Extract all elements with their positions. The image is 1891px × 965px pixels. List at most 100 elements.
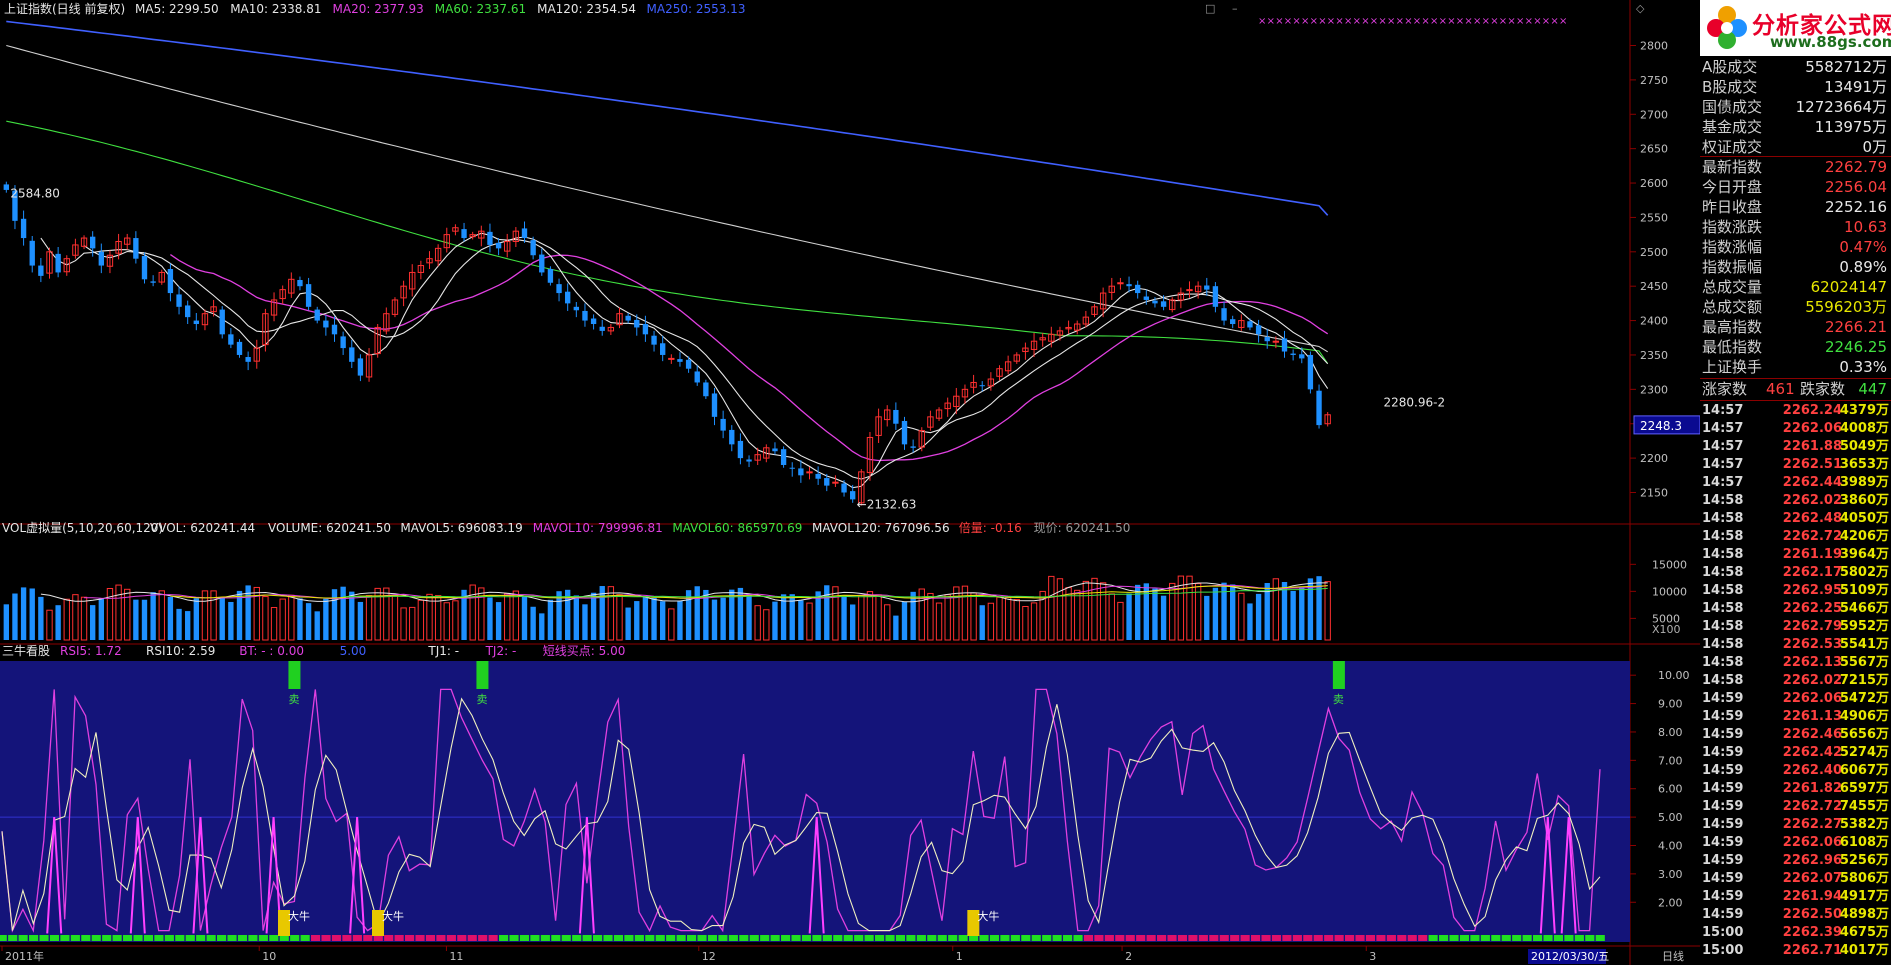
status-strip-segment [133,935,143,941]
tick-row[interactable]: 14:58 2262.72 4206万 [1702,528,1891,546]
sell-marker-label: 卖 [1333,693,1344,706]
status-strip-segment [394,935,404,941]
signal-marker: × [1361,16,1369,27]
tick-row[interactable]: 14:59 2262.06 6108万 [1702,834,1891,852]
tick-row[interactable]: 14:58 2262.02 3860万 [1702,492,1891,510]
tick-price: 2262.17 [1782,565,1842,580]
candle-body-down [573,306,579,311]
volume-bar-down [556,591,562,640]
tick-row[interactable]: 14:59 2262.72 7455万 [1702,798,1891,816]
price-tick-label: 2550 [1640,211,1668,224]
tick-row[interactable]: 14:57 2262.44 3989万 [1702,474,1891,492]
tick-volume: 5802万 [1839,565,1889,580]
tick-volume: 4017万 [1839,943,1889,958]
market-info-label: 今日开盘 [1702,178,1763,196]
tick-row[interactable]: 14:57 2262.06 4008万 [1702,420,1891,438]
tick-row[interactable]: 14:57 2261.88 5049万 [1702,438,1891,456]
status-strip-segment [237,935,248,941]
stock-chart[interactable]: 上证指数(日线 前复权) MA5: 2299.50 MA10: 2338.81 MA… [0,0,1700,965]
tick-row[interactable]: 14:58 2262.95 5109万 [1702,582,1891,600]
tick-row[interactable]: 14:58 2261.19 3964万 [1702,546,1891,564]
tick-row[interactable]: 14:58 2262.53 5541万 [1702,636,1891,654]
restore-button[interactable]: □ [1205,2,1215,15]
tick-row[interactable]: 14:58 2262.48 4050万 [1702,510,1891,528]
market-info-label: 昨日收盘 [1702,198,1763,216]
market-info-row: 最新指数 2262.79 [1702,157,1889,177]
tick-row[interactable]: 14:59 2262.40 6067万 [1702,762,1891,780]
tick-row[interactable]: 14:59 2262.06 5472万 [1702,690,1891,708]
market-info-value: 13491万 [1824,78,1887,96]
tick-volume: 5472万 [1839,691,1889,706]
tick-row[interactable]: 14:58 2262.17 5802万 [1702,564,1891,582]
status-strip-segment [1292,935,1302,941]
tick-price: 2262.13 [1782,655,1842,670]
candle-body-down [1230,319,1236,325]
tick-price: 2261.82 [1782,781,1842,796]
candle-body-down [720,418,726,431]
tick-row[interactable]: 14:59 2262.07 5806万 [1702,870,1891,888]
volume-legend: VVOL: 620241.44 VOLUME: 620241.50 MAVOL5: … [150,520,1130,535]
site-logo[interactable]: 分析家公式网 www.88gs.com [1700,0,1891,56]
tick-row[interactable]: 15:00 2262.39 4675万 [1702,924,1891,942]
volume-bar-down [625,607,631,640]
status-strip-segment [1585,935,1595,941]
tick-row[interactable]: 15:00 2262.71 4017万 [1702,942,1891,960]
status-strip-segment [258,935,268,941]
volume-bar-down [582,604,588,640]
status-strip-segment [1271,935,1282,941]
tick-price: 2261.13 [1782,709,1842,724]
volume-bar-down [12,593,18,640]
status-strip-segment [405,935,415,941]
status-strip-segment [1313,935,1323,941]
candle-body-down [590,318,597,325]
status-strip-segment [0,935,7,941]
tick-row[interactable]: 14:59 2262.96 5256万 [1702,852,1891,870]
status-strip-segment [415,935,425,941]
tick-time: 14:58 [1702,565,1744,580]
tick-row[interactable]: 14:57 2262.51 3653万 [1702,456,1891,474]
signal-marker: × [1559,16,1567,27]
tick-row[interactable]: 14:58 2262.79 5952万 [1702,618,1891,636]
indicator-tick-label: 7.00 [1658,754,1683,767]
candle-body-down [1143,296,1149,300]
tick-price: 2262.24 [1782,403,1842,418]
tick-row[interactable]: 14:59 2262.42 5274万 [1702,744,1891,762]
tick-time: 14:59 [1702,709,1744,724]
indicator-tick-label: 6.00 [1658,783,1683,796]
candle-body-down [1307,354,1314,390]
tick-row[interactable]: 14:59 2261.94 4917万 [1702,888,1891,906]
candle-body-down [556,284,562,294]
tick-row[interactable]: 14:59 2262.46 5656万 [1702,726,1891,744]
tick-volume: 4050万 [1839,511,1889,526]
signal-marker: × [1550,16,1558,27]
volume-bar-down [1255,593,1262,640]
tick-row[interactable]: 14:58 2262.02 7215万 [1702,672,1891,690]
tick-price: 2262.72 [1782,529,1842,544]
tick-row[interactable]: 14:57 2262.24 4379万 [1702,402,1891,420]
market-info-row: 今日开盘 2256.04 [1702,177,1889,197]
candle-body-down [1264,337,1270,342]
minimize-button[interactable]: – [1232,2,1238,15]
volume-bar-down [487,597,493,640]
tick-time: 14:59 [1702,817,1744,832]
tick-row[interactable]: 14:59 2262.50 4898万 [1702,906,1891,924]
status-strip-segment [1251,935,1261,941]
tick-price: 2262.40 [1782,763,1842,778]
tick-volume: 3653万 [1839,457,1889,472]
down-count-label: 跌家数 [1800,380,1846,398]
tick-row[interactable]: 14:59 2261.82 6597万 [1702,780,1891,798]
signal-marker: × [1310,16,1318,27]
candle-body-down [910,446,916,448]
tick-row[interactable]: 14:58 2262.13 5567万 [1702,654,1891,672]
close-button[interactable]: ◇ [1636,2,1644,15]
candle-body-down [625,315,631,321]
status-strip-segment [206,935,216,941]
sell-marker-label: 卖 [288,693,299,706]
tick-row[interactable]: 14:59 2261.13 4906万 [1702,708,1891,726]
volume-bar-down [642,596,649,640]
indicator-legend-item: 短线买点: 5.00 [543,644,626,658]
tick-row[interactable]: 14:59 2262.27 5382万 [1702,816,1891,834]
volume-bar-down [495,602,502,640]
tick-row[interactable]: 14:58 2262.25 5466万 [1702,600,1891,618]
status-strip-segment [582,935,592,941]
